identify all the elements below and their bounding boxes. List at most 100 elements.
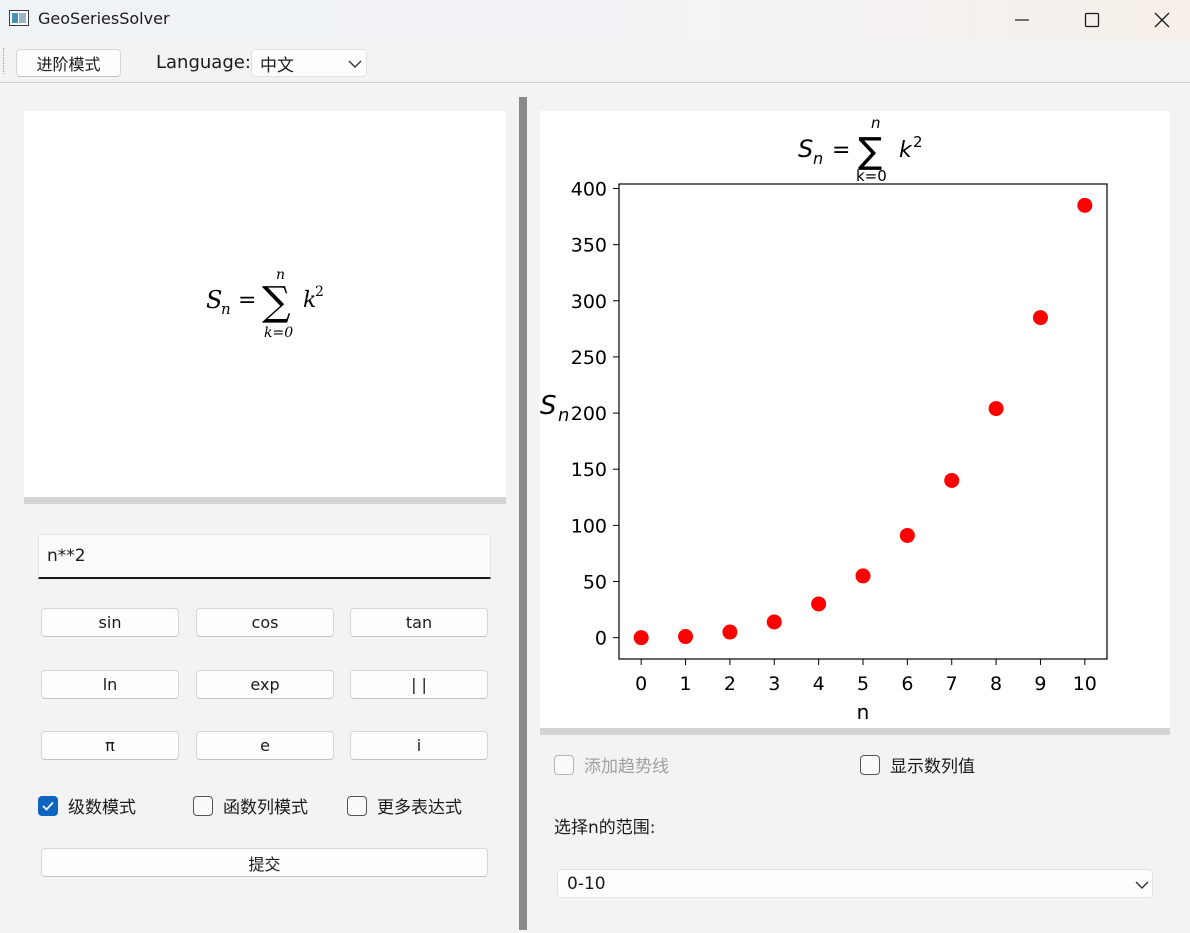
x-tick-label: 10 [1073,673,1097,695]
formula-exponent: 2 [315,284,324,300]
x-tick-label: 2 [724,673,736,695]
show-values-checkbox[interactable]: 显示数列值 [860,752,975,777]
chart-title-term: k [899,138,913,163]
formula-preview: S n = n ∑ k=0 k 2 [24,111,506,497]
x-axis-label: n [857,700,870,724]
language-select-value: 中文 [260,55,294,76]
x-tick-label: 6 [901,673,913,695]
x-tick-label: 9 [1034,673,1046,695]
x-tick-label: 1 [679,673,691,695]
y-tick-label: 150 [571,459,607,481]
y-axis-label-main: S [540,391,557,421]
close-button[interactable] [1127,0,1190,40]
key-i-button[interactable]: i [350,731,488,760]
main-splitter[interactable] [519,97,527,930]
key-ln-button[interactable]: ln [41,670,179,699]
y-tick-label: 200 [571,403,607,425]
key-pi-button[interactable]: π [41,731,179,760]
formula-lower-limit: k=0 [264,325,293,341]
data-point [766,614,782,630]
more-expressions-checkbox[interactable]: 更多表达式 [347,793,462,818]
data-point [722,624,738,640]
chart-title-equals: = [832,138,850,163]
y-tick-label: 400 [571,178,607,200]
range-label: 选择n的范围: [554,818,656,838]
chart-title-exponent: 2 [913,133,923,151]
trendline-checkbox[interactable]: 添加趋势线 [554,752,669,777]
toolbar-grip[interactable] [3,48,6,74]
chevron-down-icon [1135,881,1149,889]
key-e-button[interactable]: e [196,731,334,760]
key-tan-button[interactable]: tan [350,608,488,637]
formula-equals: = [238,288,256,313]
key-sin-button[interactable]: sin [41,608,179,637]
minimize-icon [1015,19,1029,21]
chart-title-lower: k=0 [856,167,887,185]
checkbox-checked-icon [38,795,58,816]
chart-title-upper: n [871,114,881,132]
data-point [1032,310,1048,326]
maximize-icon [1084,12,1100,28]
x-tick-label: 4 [813,673,825,695]
chart-title-sigma-icon: ∑ [858,131,882,172]
y-axis-label-sub: n [558,405,569,426]
x-tick-label: 0 [635,673,647,695]
chart-panel: S n = n ∑ k=0 k 2 0 50 100 150 200 250 300 350 4… [540,111,1170,728]
key-cos-button[interactable]: cos [196,608,334,637]
chart-title-lhs: S [798,135,813,163]
checkbox-unchecked-icon [193,795,213,816]
function-sequence-mode-checkbox[interactable]: 函数列模式 [193,793,308,818]
formula-splitter[interactable] [24,497,506,504]
data-point [899,527,915,543]
key-exp-button[interactable]: exp [196,670,334,699]
close-icon [1154,12,1170,28]
data-point [988,401,1004,417]
maximize-button[interactable] [1057,0,1127,40]
data-point [1077,197,1093,213]
function-sequence-mode-label: 函数列模式 [223,798,308,818]
language-select[interactable]: 中文 [251,49,367,77]
data-point [811,596,827,612]
y-tick-label: 100 [571,515,607,537]
minimize-button[interactable] [987,0,1057,40]
app-icon [9,10,29,26]
submit-button[interactable]: 提交 [41,848,488,877]
expression-input[interactable]: n**2 [38,534,491,579]
window-title: GeoSeriesSolver [38,9,170,28]
range-select[interactable]: 0-10 [557,869,1153,898]
checkbox-unchecked-icon [554,754,574,775]
key-abs-button[interactable]: | | [350,670,488,699]
formula-lhs: S [206,286,222,314]
range-select-value: 0-10 [567,873,606,894]
trendline-label: 添加趋势线 [584,757,669,777]
y-axis-label: S n [540,391,569,426]
chart-title: S n = n ∑ k=0 k 2 [798,114,923,185]
y-tick-label: 50 [583,572,607,594]
checkbox-unchecked-icon [347,795,367,816]
series-mode-checkbox[interactable]: 级数模式 [38,793,136,818]
data-point [678,629,694,645]
chevron-down-icon [348,60,362,68]
y-tick-label: 250 [571,347,607,369]
x-tick-label: 3 [768,673,780,695]
formula-sigma-icon: ∑ [262,279,291,325]
language-label: Language: [156,52,251,73]
y-tick-label: 300 [571,291,607,313]
data-point [633,630,649,646]
y-tick-label: 0 [595,628,607,650]
chart-splitter[interactable] [540,728,1170,735]
data-point [855,568,871,584]
y-tick-label: 350 [571,235,607,257]
plot-frame [618,183,1108,660]
series-chart: S n = n ∑ k=0 k 2 0501001502002503003504… [540,114,1108,724]
checkbox-unchecked-icon [860,754,880,775]
x-tick-label: 5 [857,673,869,695]
series-mode-label: 级数模式 [68,798,136,818]
show-values-label: 显示数列值 [890,757,975,777]
x-tick-label: 7 [946,673,958,695]
x-tick-label: 8 [990,673,1002,695]
advanced-mode-button[interactable]: 进阶模式 [16,49,121,77]
chart-title-lhs-sub: n [813,149,823,168]
formula-render: S n = n ∑ k=0 k 2 [206,267,324,341]
data-point [944,472,960,488]
